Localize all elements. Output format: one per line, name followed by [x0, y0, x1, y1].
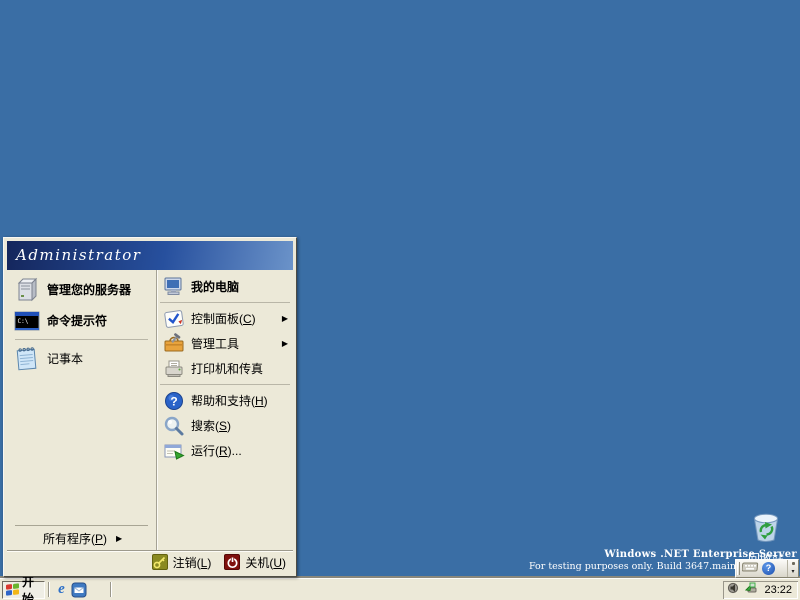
- menu-item-all-programs[interactable]: 所有程序(P) ▶: [7, 526, 156, 550]
- menu-item-command-prompt[interactable]: C:\ 命令提示符: [7, 305, 156, 336]
- shut-down-power-icon: [224, 554, 241, 570]
- logged-in-user: Administrator: [16, 246, 142, 264]
- keyboard-icon[interactable]: [741, 560, 759, 578]
- menu-item-label: 控制面板(: [191, 312, 243, 326]
- taskbar-divider: [110, 582, 112, 597]
- submenu-arrow-icon: ▶: [281, 314, 288, 323]
- menu-item-label: 运行(: [191, 444, 219, 458]
- start-button[interactable]: 开始: [2, 575, 45, 600]
- taskbar-clock[interactable]: 23:22: [762, 584, 794, 596]
- start-menu-body: 管理您的服务器 C:\ 命令提示符 记事本 所有程序(P) ▶ 我的电脑 控制面…: [7, 270, 293, 550]
- svg-text:?: ?: [170, 394, 177, 408]
- chevron-down-icon: ▾: [791, 569, 795, 575]
- taskbar: 开始 e 23:22: [0, 575, 800, 600]
- recycle-bin-icon: [748, 513, 784, 548]
- internet-explorer-icon[interactable]: e: [53, 581, 70, 598]
- menu-item-label: 打印机和传真: [191, 362, 264, 376]
- taskbar-divider: [48, 582, 50, 597]
- desktop: Windows .NET Enterprise Server For testi…: [0, 0, 800, 600]
- menu-separator: [160, 384, 290, 385]
- menu-item-notepad[interactable]: 记事本: [7, 343, 156, 374]
- command-prompt-icon: C:\: [13, 307, 41, 335]
- notepad-icon: [13, 345, 41, 373]
- volume-icon[interactable]: [727, 581, 740, 599]
- menu-separator: [15, 339, 148, 340]
- admin-tools-icon: [163, 332, 185, 355]
- menu-item-manage-your-server[interactable]: 管理您的服务器: [7, 274, 156, 305]
- menu-item-printers-and-faxes[interactable]: 打印机和传真: [157, 356, 293, 381]
- log-off-button[interactable]: 注销(L): [151, 554, 211, 571]
- system-tray: 23:22: [723, 581, 798, 599]
- start-menu-left-column: 管理您的服务器 C:\ 命令提示符 记事本 所有程序(P) ▶: [7, 270, 157, 550]
- menu-item-label: 管理您的服务器: [47, 283, 132, 297]
- start-menu-bottom-bar: 注销(L) 关机(U): [7, 550, 293, 573]
- server-icon: [13, 276, 41, 304]
- language-bar-grip[interactable]: [737, 562, 740, 575]
- help-icon: ?: [163, 390, 185, 412]
- menu-item-search[interactable]: 搜索(S): [157, 413, 293, 438]
- log-off-label: 注销(: [172, 555, 201, 570]
- shut-down-button[interactable]: 关机(U): [224, 554, 286, 571]
- start-menu-header: Administrator: [7, 241, 293, 270]
- submenu-arrow-icon: ▶: [116, 533, 123, 543]
- menu-item-help-and-support[interactable]: ? 帮助和支持(H): [157, 388, 293, 413]
- submenu-arrow-icon: ▶: [281, 339, 288, 348]
- control-panel-icon: [163, 308, 185, 330]
- my-computer-icon: [163, 276, 185, 298]
- watermark-line2: For testing purposes only. Build 3647.ma…: [528, 561, 736, 572]
- menu-item-label: 帮助和支持(: [191, 394, 255, 408]
- menu-item-label: 管理工具: [191, 337, 240, 351]
- search-icon: [163, 415, 185, 437]
- language-bar-help-icon[interactable]: ?: [762, 562, 775, 575]
- safely-remove-hardware-icon[interactable]: [744, 581, 758, 599]
- svg-text:C:\: C:\: [18, 318, 29, 325]
- windows-flag-icon: [6, 582, 19, 596]
- menu-item-label: 搜索(: [191, 419, 219, 433]
- all-programs-label: 所有程序(: [43, 531, 95, 546]
- menu-item-label: 记事本: [47, 352, 84, 366]
- menu-item-run[interactable]: 运行(R)...: [157, 438, 293, 463]
- log-off-key-icon: [151, 554, 168, 570]
- language-bar-options[interactable]: ▾: [787, 560, 798, 577]
- outlook-express-icon[interactable]: [70, 581, 87, 598]
- menu-item-my-computer[interactable]: 我的电脑: [157, 274, 293, 299]
- language-bar[interactable]: ? ▾: [735, 559, 799, 578]
- start-menu: Administrator 管理您的服务器 C:\ 命令提示符 记事本 所有程序…: [3, 237, 297, 577]
- menu-item-label: 命令提示符: [47, 314, 108, 328]
- shut-down-label: 关机(: [245, 555, 274, 570]
- options-dot: [791, 562, 795, 565]
- menu-item-label: 我的电脑: [191, 280, 240, 294]
- menu-item-administrative-tools[interactable]: 管理工具 ▶: [157, 331, 293, 356]
- start-menu-right-column: 我的电脑 控制面板(C) ▶ 管理工具 ▶ 打印机和传真 ? 帮助和支持(H) …: [157, 270, 293, 550]
- menu-separator: [160, 302, 290, 303]
- menu-item-control-panel[interactable]: 控制面板(C) ▶: [157, 306, 293, 331]
- printer-icon: [163, 358, 185, 380]
- run-icon: [163, 440, 185, 462]
